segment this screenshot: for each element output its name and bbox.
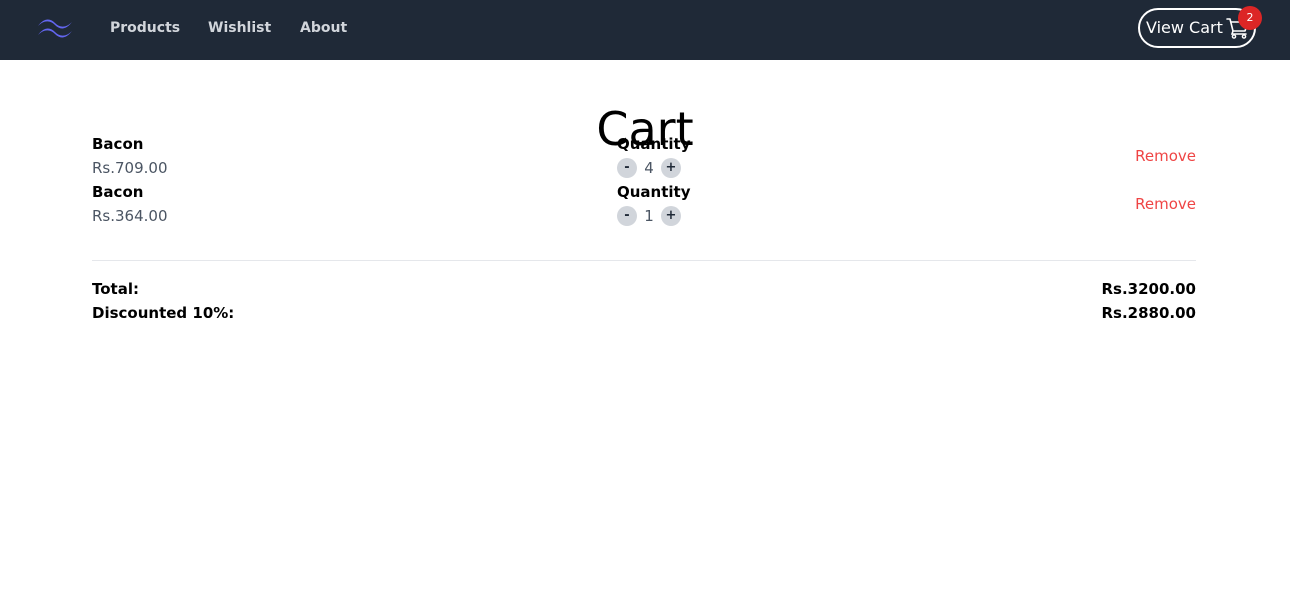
nav-link-about[interactable]: About <box>300 0 347 60</box>
decrease-quantity-button[interactable]: - <box>617 206 637 226</box>
decrease-quantity-button[interactable]: - <box>617 158 637 178</box>
nav-link-wishlist[interactable]: Wishlist <box>208 0 271 60</box>
quantity-value: 1 <box>644 207 654 225</box>
increase-quantity-button[interactable]: + <box>661 206 681 226</box>
quantity-label: Quantity <box>617 135 691 153</box>
summary-divider <box>92 260 1196 261</box>
item-price: Rs.364.00 <box>92 207 168 225</box>
item-name: Bacon <box>92 135 144 153</box>
remove-item-button[interactable]: Remove <box>1135 192 1196 216</box>
discount-label: Discounted 10%: <box>92 304 235 322</box>
item-price: Rs.709.00 <box>92 159 168 177</box>
cart-item-row: Bacon Rs.364.00 Quantity - 1 + Remove <box>92 180 1196 228</box>
view-cart-label: View Cart <box>1146 18 1223 37</box>
top-navbar: Products Wishlist About View Cart 2 <box>0 0 1290 60</box>
cart-item-row: Bacon Rs.709.00 Quantity - 4 + Remove <box>92 132 1196 180</box>
increase-quantity-button[interactable]: + <box>661 158 681 178</box>
total-value: Rs.3200.00 <box>1101 280 1197 298</box>
item-name: Bacon <box>92 183 144 201</box>
discount-row: Discounted 10%: Rs.2880.00 <box>92 301 1196 325</box>
cart-count-badge: 2 <box>1238 6 1262 30</box>
discount-value: Rs.2880.00 <box>1101 304 1197 322</box>
quantity-value: 4 <box>644 159 654 177</box>
quantity-label: Quantity <box>617 183 691 201</box>
total-row: Total: Rs.3200.00 <box>92 277 1196 301</box>
total-label: Total: <box>92 280 139 298</box>
remove-item-button[interactable]: Remove <box>1135 144 1196 168</box>
tailwind-logo-icon[interactable] <box>36 16 74 40</box>
nav-link-products[interactable]: Products <box>110 0 180 60</box>
